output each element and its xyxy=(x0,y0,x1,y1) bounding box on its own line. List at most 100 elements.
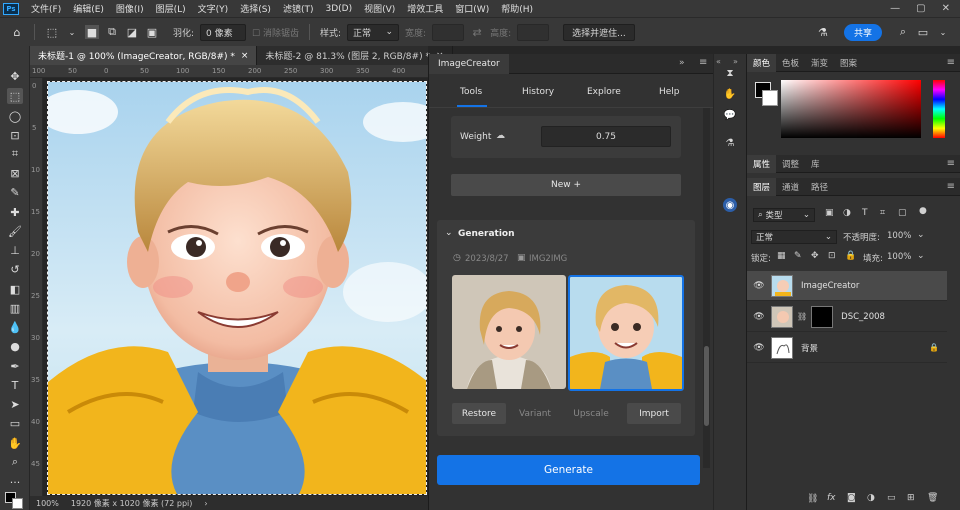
variant-button[interactable]: Variant xyxy=(508,403,562,424)
lock-artboard-icon[interactable]: ⊡ xyxy=(828,251,836,261)
menu-layer[interactable]: 图层(L) xyxy=(150,2,192,15)
background-color-swatch[interactable] xyxy=(762,90,778,106)
tab-channels[interactable]: 通道 xyxy=(776,178,805,196)
chevron-down-icon[interactable]: ⌄ xyxy=(65,25,79,39)
lock-image-icon[interactable]: ✎ xyxy=(794,251,802,261)
workspace-icon[interactable]: ▭ xyxy=(916,25,930,39)
rectangular-marquee-icon[interactable]: ⬚ xyxy=(7,88,23,104)
nav-help[interactable]: Help xyxy=(659,87,680,97)
nav-tools[interactable]: Tools xyxy=(460,87,482,97)
menu-filter[interactable]: 滤镜(T) xyxy=(277,2,320,15)
intersect-selection-icon[interactable]: ▣ xyxy=(145,25,159,39)
feather-input[interactable]: 0 像素 xyxy=(200,23,247,41)
history-panel-icon[interactable]: ⧗ xyxy=(723,66,737,80)
panel-menu-icon[interactable]: ≡ xyxy=(947,57,955,68)
new-layer-icon[interactable]: ⊞ xyxy=(907,493,915,503)
adjustment-layer-icon[interactable]: ◑ xyxy=(867,493,875,503)
share-button[interactable]: 共享 xyxy=(843,23,882,41)
chevron-down-icon[interactable]: ⌄ xyxy=(917,230,925,240)
comment-icon[interactable]: 💬 xyxy=(723,108,737,122)
style-select[interactable]: 正常 ⌄ xyxy=(347,23,400,41)
upscale-button[interactable]: Upscale xyxy=(564,403,618,424)
tab-adjustments[interactable]: 调整 xyxy=(776,155,805,173)
blend-mode-select[interactable]: 正常 ⌄ xyxy=(751,230,837,244)
imagecreator-plugin-icon[interactable]: ◉ xyxy=(723,198,737,212)
expand-icon[interactable]: » xyxy=(733,57,738,66)
filter-shape-icon[interactable]: ⌗ xyxy=(880,208,885,218)
collapse-icon[interactable]: « xyxy=(716,57,721,66)
hand-icon[interactable]: ✋ xyxy=(7,435,23,451)
generation-thumbnail-1[interactable] xyxy=(452,275,566,389)
minimize-button[interactable]: — xyxy=(890,3,900,14)
gradient-icon[interactable]: ▥ xyxy=(7,300,23,316)
tab-paths[interactable]: 路径 xyxy=(805,178,834,196)
object-selection-icon[interactable]: ⊡ xyxy=(7,127,23,143)
select-and-mask-button[interactable]: 选择并遮住... xyxy=(563,23,635,41)
menu-window[interactable]: 窗口(W) xyxy=(449,2,495,15)
menu-edit[interactable]: 编辑(E) xyxy=(67,2,110,15)
fill-input[interactable]: 100% xyxy=(887,252,911,262)
brush-settings-icon[interactable]: ✋ xyxy=(723,87,737,101)
history-brush-icon[interactable]: ↺ xyxy=(7,261,23,277)
layer-row-dsc2008[interactable]: 👁 ⛓ DSC_2008 xyxy=(747,302,947,332)
antialias-checkbox[interactable]: ☐ 消除锯齿 xyxy=(252,26,299,39)
eye-icon[interactable]: 👁 xyxy=(747,312,771,322)
more-tools-icon[interactable]: ··· xyxy=(7,474,23,490)
tab-gradients[interactable]: 渐变 xyxy=(805,54,834,72)
search-icon[interactable]: ⌕ xyxy=(896,25,910,39)
dodge-icon[interactable]: ● xyxy=(7,338,23,354)
home-icon[interactable]: ⌂ xyxy=(10,25,24,39)
layer-filter-select[interactable]: ⌕ 类型 ⌄ xyxy=(753,208,815,222)
menu-image[interactable]: 图像(I) xyxy=(110,2,150,15)
nav-history[interactable]: History xyxy=(522,87,554,97)
pen-icon[interactable]: ✒ xyxy=(7,358,23,374)
layer-row-background[interactable]: 👁 背景 🔒 xyxy=(747,333,947,363)
eye-icon[interactable]: 👁 xyxy=(747,281,771,291)
blur-icon[interactable]: 💧 xyxy=(7,319,23,335)
add-selection-icon[interactable]: ⧉ xyxy=(105,25,119,39)
flask-icon[interactable]: ⚗ xyxy=(723,136,737,150)
flask-icon[interactable]: ⚗ xyxy=(816,25,830,39)
move-tool-icon[interactable]: ✥ xyxy=(7,68,23,84)
tab-document-2[interactable]: 未标题-2 @ 81.3% (图层 2, RGB/8#) *× xyxy=(257,46,453,65)
tab-swatches[interactable]: 色板 xyxy=(776,54,805,72)
eraser-icon[interactable]: ◧ xyxy=(7,281,23,297)
eye-icon[interactable]: 👁 xyxy=(747,343,771,353)
menu-type[interactable]: 文字(Y) xyxy=(192,2,235,15)
filter-smart-object-icon[interactable]: ▢ xyxy=(898,208,907,218)
nav-explore[interactable]: Explore xyxy=(587,87,621,97)
filter-toggle-icon[interactable]: ● xyxy=(919,206,927,216)
path-selection-icon[interactable]: ➤ xyxy=(7,396,23,412)
crop-icon[interactable]: ⌗ xyxy=(7,146,23,162)
swap-icon[interactable]: ⇄ xyxy=(470,25,484,39)
hue-slider[interactable] xyxy=(933,80,945,138)
menu-3d[interactable]: 3D(D) xyxy=(319,4,358,14)
menu-view[interactable]: 视图(V) xyxy=(358,2,401,15)
menu-select[interactable]: 选择(S) xyxy=(234,2,277,15)
rectangle-tool-icon[interactable]: ▭ xyxy=(7,415,23,431)
panel-menu-icon[interactable]: ≡ xyxy=(947,158,955,169)
link-icon[interactable]: ⛓ xyxy=(797,312,807,321)
new-button[interactable]: New + xyxy=(451,174,681,196)
lock-position-icon[interactable]: ✥ xyxy=(811,251,819,261)
width-input[interactable] xyxy=(432,23,465,41)
group-icon[interactable]: ▭ xyxy=(887,493,896,503)
chevron-down-icon[interactable]: ⌄ xyxy=(445,228,453,238)
panel-menu-icon[interactable]: ≡ xyxy=(699,57,707,68)
import-button[interactable]: Import xyxy=(627,403,681,424)
filter-type-icon[interactable]: T xyxy=(862,208,868,218)
clone-stamp-icon[interactable]: ⊥ xyxy=(7,242,23,258)
opacity-input[interactable]: 100% xyxy=(887,231,911,241)
menu-help[interactable]: 帮助(H) xyxy=(495,2,539,15)
close-button[interactable]: ✕ xyxy=(942,3,950,14)
generate-button[interactable]: Generate xyxy=(437,455,700,485)
menu-file[interactable]: 文件(F) xyxy=(25,2,67,15)
new-selection-icon[interactable]: ■ xyxy=(85,25,99,39)
frame-icon[interactable]: ⊠ xyxy=(7,165,23,181)
zoom-level[interactable]: 100% xyxy=(36,499,59,508)
filter-pixel-icon[interactable]: ▣ xyxy=(825,208,834,218)
generation-thumbnail-2[interactable] xyxy=(568,275,684,391)
weight-input[interactable]: 0.75 xyxy=(541,126,671,147)
filter-adjustment-icon[interactable]: ◑ xyxy=(843,208,851,218)
marquee-tool-preset-icon[interactable]: ⬚ xyxy=(45,25,59,39)
